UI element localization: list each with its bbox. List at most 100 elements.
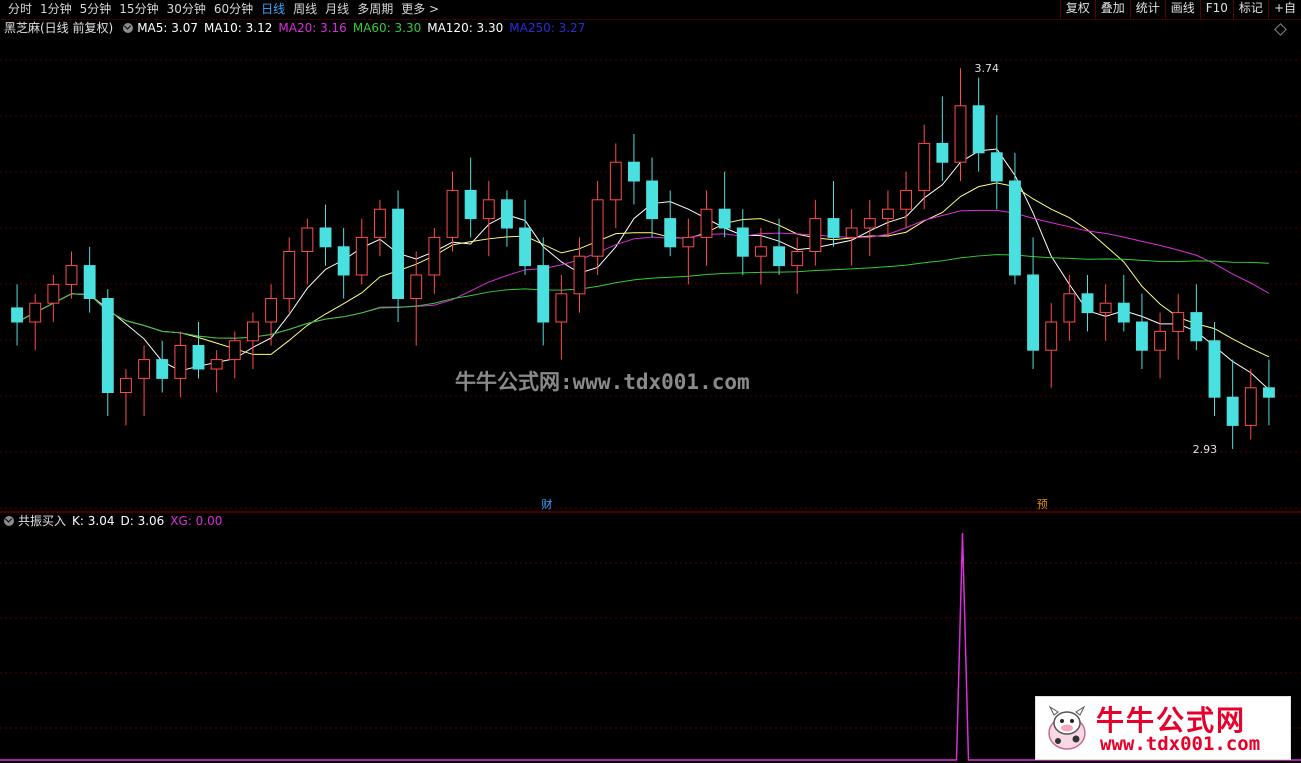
- tool-button-0[interactable]: 复权: [1059, 0, 1095, 19]
- candle: [1190, 284, 1203, 351]
- tab-3[interactable]: 15分钟: [115, 1, 162, 18]
- candle: [138, 345, 151, 416]
- ma60-line: [16, 254, 1269, 339]
- candle: [827, 181, 840, 247]
- candle: [627, 134, 640, 205]
- tab-7[interactable]: 周线: [289, 1, 321, 18]
- candle: [682, 218, 695, 285]
- sub-panel-header: 共振买入 K: 3.04 D: 3.06 XG: 0.00: [0, 513, 228, 529]
- candle-body: [627, 161, 640, 182]
- candle: [972, 77, 985, 172]
- tool-button-3[interactable]: 画线: [1164, 0, 1200, 19]
- candle: [845, 209, 858, 266]
- candle-body: [591, 199, 604, 257]
- tab-8[interactable]: 月线: [321, 1, 353, 18]
- candle: [1208, 322, 1221, 416]
- candle: [301, 218, 314, 285]
- candle-body: [700, 208, 713, 238]
- candle-body: [1099, 302, 1112, 314]
- candle: [646, 157, 659, 238]
- candle-body: [573, 255, 586, 295]
- ma5-line: [16, 148, 1270, 391]
- candle: [1045, 303, 1058, 388]
- low-price-label: 2.93: [1193, 443, 1218, 456]
- candle: [918, 124, 931, 210]
- ma-value-0: MA5: 3.07: [137, 21, 198, 35]
- tab-10[interactable]: 更多 >: [397, 1, 443, 18]
- candle: [718, 171, 731, 238]
- candle-body: [210, 359, 223, 370]
- candle: [863, 199, 876, 257]
- candle-body: [954, 105, 967, 163]
- tab-9[interactable]: 多周期: [353, 1, 397, 18]
- candle: [265, 284, 278, 346]
- candle: [700, 190, 713, 266]
- candle: [83, 246, 96, 313]
- candle: [1008, 152, 1021, 285]
- kd-value-2: XG: 0.00: [170, 514, 223, 528]
- tab-4[interactable]: 30分钟: [163, 1, 210, 18]
- candle-body: [283, 251, 296, 299]
- sub-indicator-toggle-icon[interactable]: [4, 516, 14, 526]
- candle-body: [410, 274, 423, 299]
- watermark: 牛牛公式网:www.tdx001.com: [455, 370, 750, 394]
- candle: [881, 190, 894, 238]
- tab-0[interactable]: 分时: [4, 1, 36, 18]
- candle-body: [809, 218, 822, 253]
- diamond-icon[interactable]: [1274, 23, 1287, 36]
- indicator-toggle-icon[interactable]: [123, 23, 134, 33]
- candle-body: [1244, 387, 1257, 426]
- candle: [1172, 293, 1185, 360]
- candle: [573, 237, 586, 313]
- candle-body: [1117, 302, 1130, 323]
- candle-body: [609, 161, 622, 201]
- candle-body: [138, 359, 151, 379]
- ma-value-2: MA20: 3.16: [278, 21, 347, 35]
- tab-2[interactable]: 5分钟: [76, 1, 116, 18]
- candle: [392, 190, 405, 322]
- candle-body: [646, 180, 659, 220]
- candle-body: [1008, 180, 1021, 276]
- main-panel-header: 黑芝麻(日线 前复权) MA5: 3.07 MA10: 3.12 MA20: 3.1…: [0, 20, 591, 36]
- candle-body: [1081, 293, 1094, 314]
- candle-body: [1190, 312, 1203, 342]
- tool-button-5[interactable]: 标记: [1232, 0, 1268, 19]
- candle-body: [682, 236, 695, 248]
- tab-5[interactable]: 60分钟: [210, 1, 257, 18]
- candle-body: [246, 321, 259, 342]
- candle: [283, 237, 296, 313]
- tool-button-1[interactable]: 叠加: [1094, 0, 1130, 19]
- candle: [319, 204, 332, 266]
- candle-body: [519, 227, 532, 267]
- candle: [500, 190, 513, 247]
- candle-body: [918, 142, 931, 191]
- tool-button-2[interactable]: 统计: [1129, 0, 1165, 19]
- stock-title: 黑芝麻(日线 前复权): [4, 21, 114, 35]
- candle-body: [1226, 396, 1239, 426]
- candle-body: [972, 105, 985, 154]
- candle-body: [174, 345, 187, 379]
- candle: [101, 289, 114, 416]
- candlestick-chart[interactable]: 3.74 2.93 财 预: [0, 36, 1301, 518]
- tab-1[interactable]: 1分钟: [36, 1, 76, 18]
- tab-6[interactable]: 日线: [257, 1, 289, 18]
- candle-body: [718, 208, 731, 229]
- tool-button-6[interactable]: +自: [1267, 0, 1301, 19]
- toolbar-tools: 复权 叠加 统计 画线 F10 标记 +自: [1059, 0, 1301, 19]
- kd-value-0: K: 3.04: [72, 514, 115, 528]
- candle: [664, 190, 677, 257]
- candle: [29, 293, 42, 351]
- candle: [555, 275, 568, 360]
- ma-value-5: MA250: 3.27: [509, 21, 586, 35]
- candle: [156, 340, 169, 393]
- candle-body: [1027, 274, 1040, 351]
- candle: [1063, 275, 1076, 341]
- tool-button-4[interactable]: F10: [1199, 0, 1233, 19]
- period-toolbar: 分时 1分钟 5分钟 15分钟 30分钟 60分钟 日线 周线 月线 多周期 更多 > 复权 叠加 统计…: [0, 0, 1301, 20]
- ma-value-4: MA120: 3.30: [427, 21, 504, 35]
- candle-body: [337, 246, 350, 276]
- candle-body: [990, 152, 1003, 182]
- ma-value-3: MA60: 3.30: [352, 21, 422, 35]
- candle-body: [773, 246, 786, 267]
- sub-indicator-title: 共振买入: [18, 514, 67, 528]
